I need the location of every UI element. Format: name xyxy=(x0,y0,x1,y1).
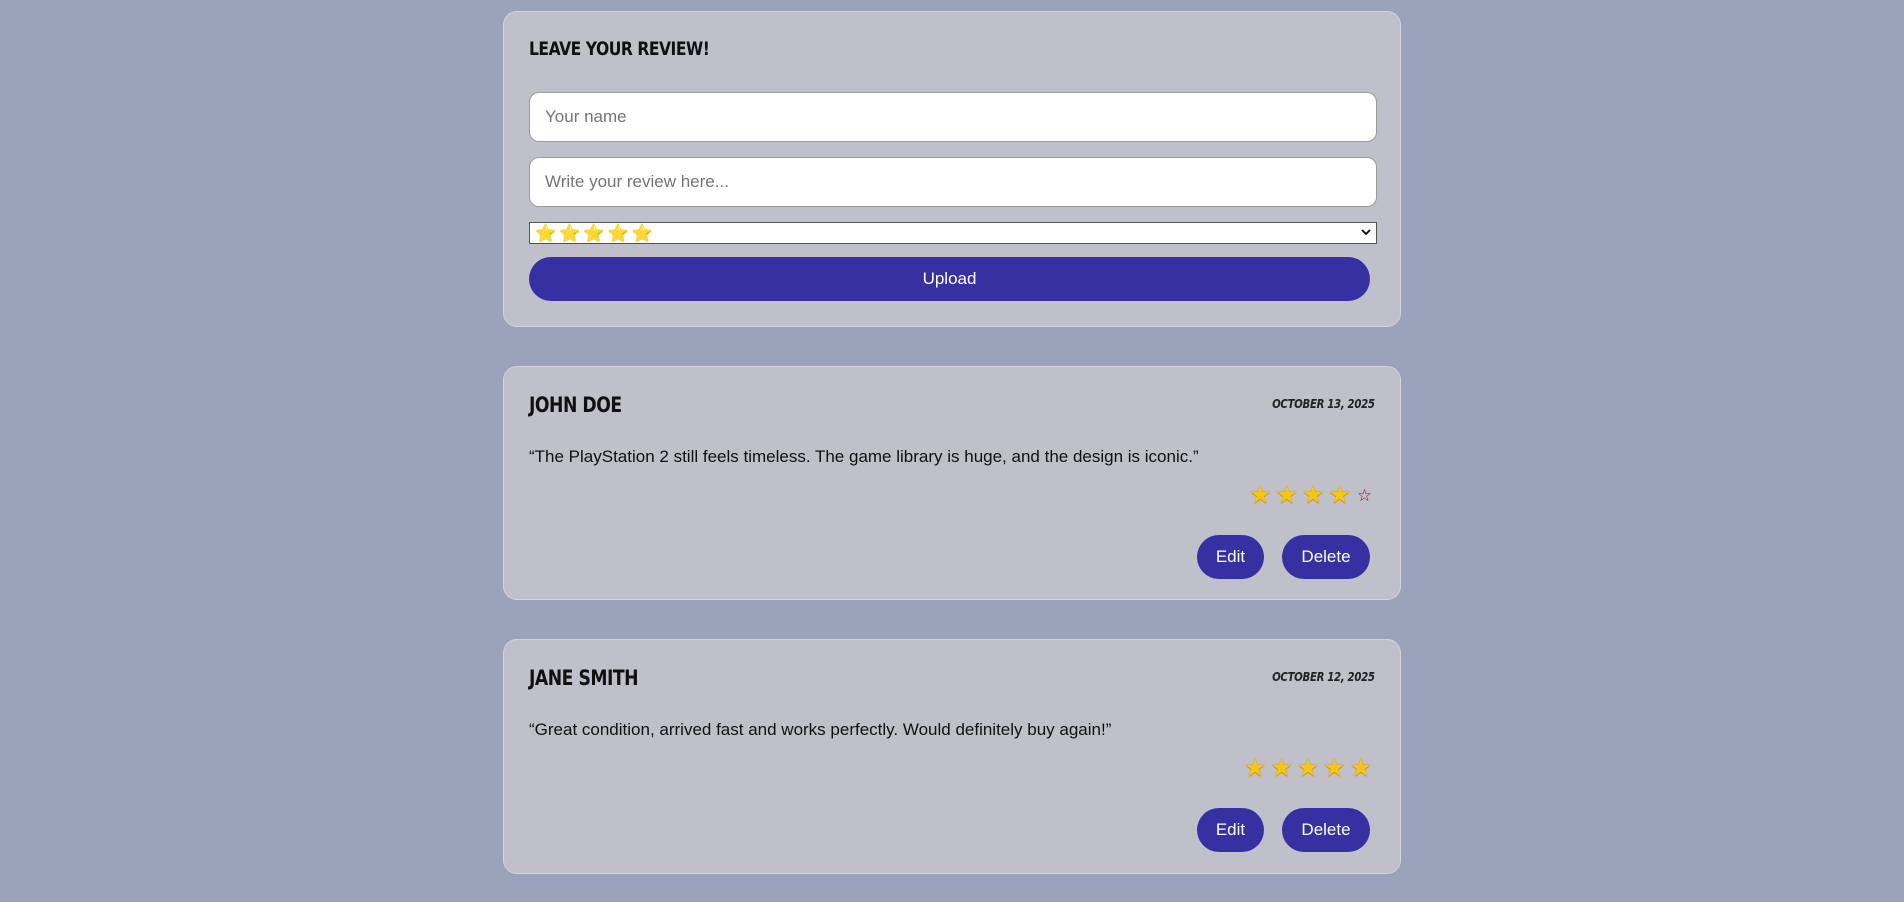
star-icon: ★ xyxy=(1275,481,1298,509)
delete-button[interactable]: Delete xyxy=(1282,535,1370,579)
star-icon: ★ xyxy=(1301,481,1325,509)
star-icon: ★ xyxy=(1249,481,1272,509)
rating-select-value: ⭐⭐⭐⭐⭐ xyxy=(535,223,656,243)
star-icon: ★ xyxy=(1349,754,1372,782)
review-text: “The PlayStation 2 still feels timeless.… xyxy=(529,447,1199,466)
edit-button[interactable]: Edit xyxy=(1197,808,1264,852)
upload-button[interactable]: Upload xyxy=(529,257,1370,301)
review-rating: ★ ★ ★ ★ ★ xyxy=(1244,756,1372,781)
star-icon: ★ xyxy=(1328,481,1351,509)
review-card: John Doe October 13, 2025 “The PlayStati… xyxy=(503,366,1401,600)
review-text: “Great condition, arrived fast and works… xyxy=(529,720,1112,739)
edit-button[interactable]: Edit xyxy=(1197,535,1264,579)
reviewer-name: John Doe xyxy=(529,393,622,417)
reviewer-name: Jane Smith xyxy=(529,666,639,690)
star-icon: ★ xyxy=(1243,754,1267,782)
review-date: October 13, 2025 xyxy=(1272,397,1375,411)
review-input[interactable] xyxy=(529,157,1377,207)
name-input[interactable] xyxy=(529,92,1377,142)
review-date: October 12, 2025 xyxy=(1272,670,1375,684)
chevron-down-icon xyxy=(1360,226,1372,238)
form-title: Leave your review! xyxy=(529,38,710,60)
star-icon: ★ xyxy=(1323,754,1346,782)
star-outline-icon: ☆ xyxy=(1356,486,1372,505)
star-icon: ★ xyxy=(1270,754,1293,782)
rating-select[interactable]: ⭐⭐⭐⭐⭐ xyxy=(529,222,1377,244)
delete-button[interactable]: Delete xyxy=(1282,808,1370,852)
page: Leave your review! ⭐⭐⭐⭐⭐ Upload John Doe… xyxy=(0,0,1904,902)
review-card: Jane Smith October 12, 2025 “Great condi… xyxy=(503,639,1401,874)
review-rating: ★ ★ ★ ★ ☆ xyxy=(1249,483,1372,508)
star-icon: ★ xyxy=(1296,754,1320,782)
review-form-card: Leave your review! ⭐⭐⭐⭐⭐ Upload xyxy=(503,11,1401,327)
